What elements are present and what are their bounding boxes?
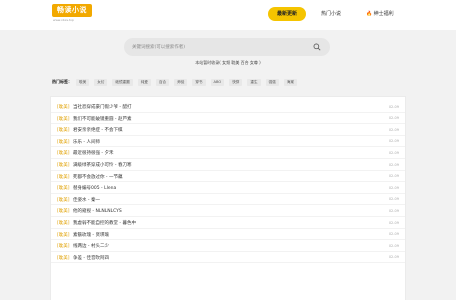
list-item-title[interactable]: 他的窥视 - NLNLNLCYS bbox=[73, 208, 122, 214]
list-item-time: 02-09 bbox=[388, 104, 399, 109]
tag-item[interactable]: 师徒 bbox=[174, 78, 188, 86]
list-item-time: 02-09 bbox=[388, 162, 399, 167]
list-item[interactable]: [耽美] 当社恐穿成豪门假少爷 - 醋打 02-09 bbox=[51, 101, 405, 113]
nav-hot-novels-link[interactable]: 热门小说 bbox=[316, 7, 346, 21]
list-item-category[interactable]: [耽美] bbox=[57, 127, 70, 133]
nav-latest-updates-button[interactable]: 最新更新 bbox=[268, 7, 306, 21]
flame-icon: 🔥 bbox=[366, 11, 373, 17]
list-item-time: 02-09 bbox=[388, 243, 399, 248]
list-item-title[interactable]: 替身编号005 - Llena bbox=[73, 185, 116, 191]
list-item[interactable]: [耽美] 他的窥视 - NLNLNLCYS 02-09 bbox=[51, 205, 405, 217]
tag-item[interactable]: 重生 bbox=[247, 78, 261, 86]
list-item[interactable]: [耽美] 素骸玫瑰 - 贤瑛瑜 02-09 bbox=[51, 229, 405, 241]
list-item-title[interactable]: 我虚弱不能自控的教堂 - 暮色中 bbox=[73, 220, 136, 226]
list-item-title[interactable]: 最近很持很强 - 夕禾 bbox=[73, 150, 113, 156]
list-item-time: 02-09 bbox=[388, 220, 399, 225]
search-bar bbox=[124, 38, 330, 56]
site-logo[interactable]: 畅读小说 bbox=[52, 4, 92, 17]
list-item[interactable]: [耽美] 君安亲亲绝症 - 不会下棋 02-09 bbox=[51, 124, 405, 136]
list-item-category[interactable]: [耽美] bbox=[57, 174, 70, 180]
list-item-category[interactable]: [耽美] bbox=[57, 208, 70, 214]
site-url: www.xbxs.top bbox=[53, 18, 74, 22]
list-item-time: 02-09 bbox=[388, 197, 399, 202]
list-item-category[interactable]: [耽美] bbox=[57, 116, 70, 122]
list-item[interactable]: [耽美] 最近很持很强 - 夕禾 02-09 bbox=[51, 147, 405, 159]
list-item[interactable]: [耽美] 我虚弱不能自控的教堂 - 暮色中 02-09 bbox=[51, 217, 405, 229]
list-item-category[interactable]: [耽美] bbox=[57, 104, 70, 110]
tag-item[interactable]: 海棠 bbox=[283, 78, 297, 86]
list-item-title[interactable]: 满级绿茶穿成小可怜 - 春刀寒 bbox=[73, 162, 131, 168]
hot-tags-label: 热门标签： bbox=[52, 79, 72, 84]
list-item-title[interactable]: 乐乐 - 人间师 bbox=[73, 139, 100, 145]
list-item-title[interactable]: 素骸玫瑰 - 贤瑛瑜 bbox=[73, 232, 109, 238]
nav-gentleman-welfare-link[interactable]: 🔥绅士福利 bbox=[360, 7, 400, 21]
list-item-title[interactable]: 佳姿水 - 秦一 bbox=[73, 197, 100, 203]
list-item[interactable]: [耽美] 佳姿水 - 秦一 02-09 bbox=[51, 194, 405, 206]
tag-item[interactable]: 纯爱 bbox=[137, 78, 151, 86]
list-item-time: 02-09 bbox=[388, 139, 399, 144]
nav-gentleman-label: 绅士福利 bbox=[373, 11, 394, 17]
list-item-title[interactable]: 线两边 - 村头二少 bbox=[73, 243, 109, 249]
list-item[interactable]: [耽美] 替身编号005 - Llena 02-09 bbox=[51, 182, 405, 194]
list-item-category[interactable]: [耽美] bbox=[57, 185, 70, 191]
search-icon[interactable] bbox=[313, 43, 321, 51]
list-item[interactable]: [耽美] 线两边 - 村头二少 02-09 bbox=[51, 240, 405, 252]
list-item-category[interactable]: [耽美] bbox=[57, 220, 70, 226]
tag-item[interactable]: 破镜重圆 bbox=[112, 78, 133, 86]
list-item-category[interactable]: [耽美] bbox=[57, 162, 70, 168]
tag-item[interactable]: 女幻 bbox=[94, 78, 108, 86]
tag-item[interactable]: ABO bbox=[210, 78, 225, 86]
list-item-time: 02-09 bbox=[388, 116, 399, 121]
list-item-time: 02-09 bbox=[388, 185, 399, 190]
list-item-category[interactable]: [耽美] bbox=[57, 150, 70, 156]
list-item-time: 02-09 bbox=[388, 255, 399, 260]
list-item-time: 02-09 bbox=[388, 127, 399, 132]
list-item-category[interactable]: [耽美] bbox=[57, 197, 70, 203]
list-item[interactable]: [耽美] 我们不可能破镜重圆 - 赵芦素 02-09 bbox=[51, 113, 405, 125]
list-item-category[interactable]: [耽美] bbox=[57, 243, 70, 249]
list-item-category[interactable]: [耽美] bbox=[57, 232, 70, 238]
list-item[interactable]: [耽美] 满级绿茶穿成小可怜 - 春刀寒 02-09 bbox=[51, 159, 405, 171]
site-header: 畅读小说 www.xbxs.top 最新更新 热门小说 🔥绅士福利 bbox=[0, 0, 456, 30]
search-note: 本站暂时收录( 女频 耽美 百合 女尊 ) bbox=[195, 60, 261, 65]
list-item-time: 02-09 bbox=[388, 150, 399, 155]
latest-updates-list: [耽美] 当社恐穿成豪门假少爷 - 醋打 02-09 [耽美] 我们不可能破镜重… bbox=[50, 96, 406, 300]
list-item[interactable]: [耽美] 死都不会放过你 - 一节藕 02-09 bbox=[51, 171, 405, 183]
tag-item[interactable]: 耽美 bbox=[76, 78, 90, 86]
list-item-time: 02-09 bbox=[388, 174, 399, 179]
list-item-title[interactable]: 当社恐穿成豪门假少爷 - 醋打 bbox=[73, 104, 131, 110]
search-input[interactable] bbox=[132, 38, 307, 56]
tag-item[interactable]: 快穿 bbox=[229, 78, 243, 86]
list-item-category[interactable]: [耽美] bbox=[57, 255, 70, 261]
list-item-title[interactable]: 死都不会放过你 - 一节藕 bbox=[73, 174, 122, 180]
list-item-time: 02-09 bbox=[388, 208, 399, 213]
list-item-category[interactable]: [耽美] bbox=[57, 139, 70, 145]
list-item[interactable]: [耽美] 争差 - 佳音吹阿四 02-09 bbox=[51, 252, 405, 264]
list-item-time: 02-09 bbox=[388, 232, 399, 237]
list-item-title[interactable]: 我们不可能破镜重圆 - 赵芦素 bbox=[73, 116, 131, 122]
hot-tags: 热门标签： 耽美 女幻 破镜重圆 纯爱 百合 师徒 穿书 ABO 快穿 重生 强… bbox=[52, 78, 302, 86]
tag-item[interactable]: 百合 bbox=[155, 78, 170, 86]
list-item[interactable]: [耽美] 乐乐 - 人间师 02-09 bbox=[51, 136, 405, 148]
tag-item[interactable]: 强强 bbox=[265, 78, 279, 86]
tag-item[interactable]: 穿书 bbox=[192, 78, 206, 86]
list-item-title[interactable]: 争差 - 佳音吹阿四 bbox=[73, 255, 109, 261]
list-item-title[interactable]: 君安亲亲绝症 - 不会下棋 bbox=[73, 127, 122, 133]
